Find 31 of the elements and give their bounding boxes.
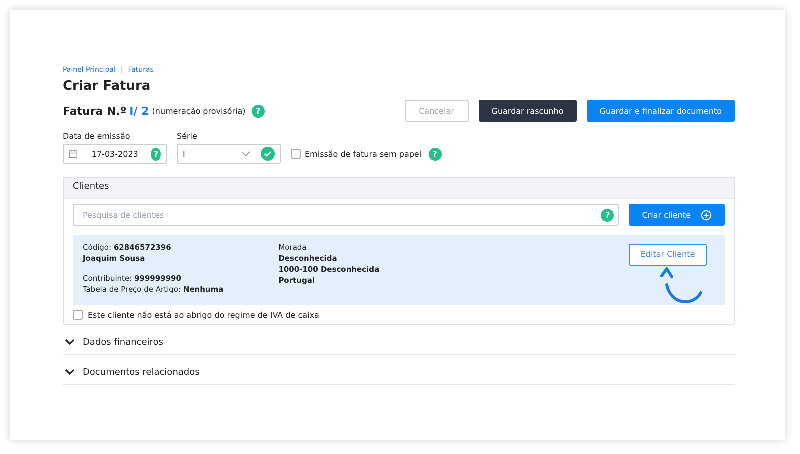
help-icon[interactable]: ?: [151, 148, 161, 160]
invoice-note: (numeração provisória): [152, 106, 246, 116]
plus-circle-icon: [701, 210, 712, 220]
checkbox[interactable]: [73, 310, 83, 320]
date-field[interactable]: 17-03-2023 ?: [63, 144, 167, 164]
action-button[interactable]: Guardar rascunho: [478, 100, 577, 122]
action-button[interactable]: Cancelar: [404, 100, 469, 122]
search-field[interactable]: Pesquisa de clientes ?: [73, 204, 620, 226]
checkbox-label: Este cliente não está ao abrigo do regime de IVA de caixa: [88, 310, 320, 320]
invoice-label: Fatura N.º: [63, 104, 127, 118]
edit-client-button[interactable]: Editar Cliente: [629, 244, 707, 266]
create-client-button[interactable]: Criar cliente: [629, 204, 725, 226]
action-button[interactable]: Guardar e finalizar documento: [586, 100, 735, 122]
checkbox[interactable]: [291, 149, 301, 159]
series-dropdown[interactable]: I: [177, 144, 281, 164]
field-label: Série: [177, 132, 198, 141]
chevron-icon: [65, 339, 75, 346]
field-label: Data de emissão: [63, 132, 132, 141]
help-icon[interactable]: ?: [252, 104, 265, 118]
checkbox-label: Emissão de fatura sem papel: [305, 150, 422, 158]
section-header[interactable]: Dados financeiros: [63, 325, 735, 355]
check-icon: [261, 147, 275, 161]
chevron-icon: [65, 369, 75, 376]
chevron-down-icon: [241, 151, 251, 157]
invoice-number: I/ 2: [130, 104, 150, 118]
help-icon[interactable]: ?: [601, 208, 614, 222]
help-icon[interactable]: ?: [428, 148, 442, 160]
page-title: Criar Fatura: [63, 79, 152, 94]
calendar-icon: [69, 148, 78, 160]
section-header[interactable]: Documentos relacionados: [63, 355, 735, 385]
panel-title: Clientes: [73, 182, 110, 192]
